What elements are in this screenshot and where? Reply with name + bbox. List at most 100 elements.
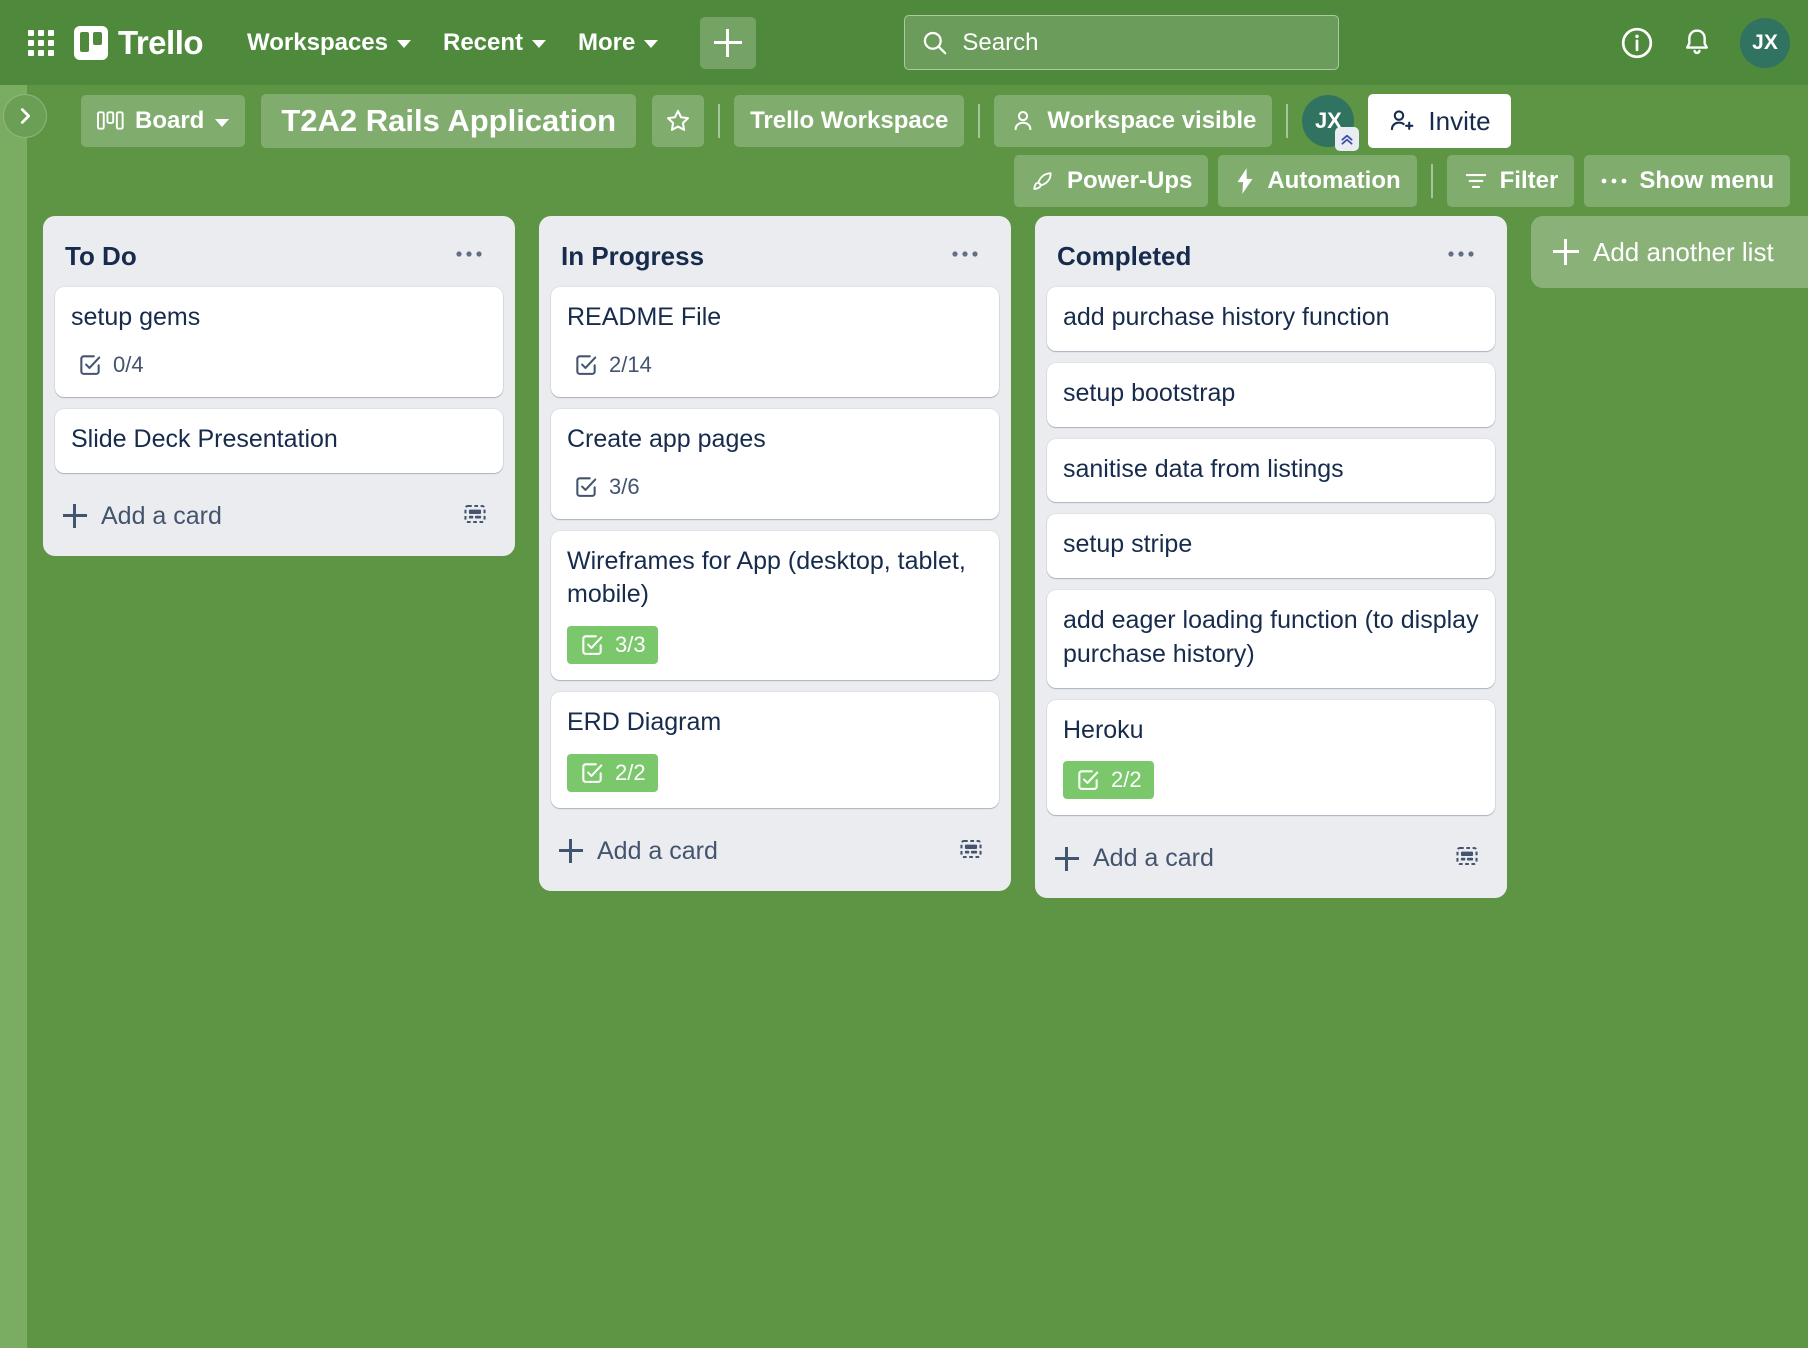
add-card-label: Add a card: [1093, 844, 1214, 873]
card-title: setup bootstrap: [1063, 378, 1236, 407]
board-card[interactable]: add eager loading function (to display p…: [1047, 590, 1495, 688]
automation-label: Automation: [1267, 167, 1401, 194]
card-title: ERD Diagram: [567, 708, 722, 736]
add-card-label: Add a card: [101, 501, 222, 530]
user-avatar-initials: JX: [1752, 30, 1778, 54]
chevron-down-icon: [215, 118, 230, 127]
grid-apps-icon: [28, 29, 54, 56]
info-button[interactable]: [1614, 20, 1660, 66]
search-icon: [924, 31, 947, 55]
list-actions-button[interactable]: [1437, 240, 1485, 273]
create-from-template-button[interactable]: [455, 495, 495, 538]
nav-recent-menu[interactable]: Recent: [429, 19, 560, 67]
search-input[interactable]: Search: [904, 15, 1340, 70]
card-template-icon: [1456, 847, 1478, 866]
premium-badge: [1335, 127, 1360, 151]
board-member-avatar[interactable]: JX: [1302, 95, 1360, 151]
double-chevron-up-icon: [1341, 134, 1353, 145]
board-card[interactable]: Heroku 2/2: [1047, 699, 1495, 816]
notifications-button[interactable]: [1674, 20, 1720, 66]
show-menu-label: Show menu: [1639, 167, 1774, 194]
board-card[interactable]: README File 2/14: [551, 287, 999, 397]
apps-grid-button[interactable]: [18, 20, 64, 66]
board-card[interactable]: setup stripe: [1047, 514, 1495, 578]
add-card-button[interactable]: Add a card: [1055, 844, 1214, 873]
checklist-badge: 3/3: [567, 626, 658, 664]
board-card[interactable]: setup gems 0/4: [55, 287, 503, 397]
ellipsis-icon: [952, 251, 978, 257]
list-actions-button[interactable]: [445, 240, 493, 273]
list-cards: setup gems 0/4 Slide Deck Presentation: [51, 287, 507, 473]
nav-workspaces-menu[interactable]: Workspaces: [233, 19, 425, 67]
board-card[interactable]: add purchase history function: [1047, 287, 1495, 351]
checklist-icon: [1078, 770, 1099, 791]
checklist-badge: 2/14: [567, 349, 658, 381]
list-title[interactable]: In Progress: [561, 241, 704, 272]
invite-button[interactable]: Invite: [1368, 94, 1511, 148]
card-title: add eager loading function (to display p…: [1063, 606, 1479, 668]
checklist-count: 0/4: [113, 351, 144, 377]
info-circle-icon: [1621, 27, 1653, 58]
card-badges: 2/2: [1063, 761, 1479, 800]
filter-button[interactable]: Filter: [1446, 155, 1575, 207]
add-another-list-button[interactable]: Add another list: [1531, 216, 1808, 288]
list-header: Completed: [1043, 224, 1499, 287]
trello-home-logo[interactable]: Trello: [74, 24, 204, 62]
card-title: setup stripe: [1063, 530, 1193, 559]
board-visibility-label: Workspace visible: [1047, 107, 1257, 134]
star-board-button[interactable]: [652, 95, 705, 147]
add-card-button[interactable]: Add a card: [559, 837, 718, 866]
nav-more-menu[interactable]: More: [564, 19, 672, 67]
create-from-template-button[interactable]: [951, 830, 991, 873]
board-card[interactable]: sanitise data from listings: [1047, 438, 1495, 503]
checklist-count: 2/2: [615, 759, 646, 785]
filter-icon: [1465, 173, 1486, 189]
board-view-icon: [97, 111, 124, 130]
chevron-down-icon: [397, 40, 411, 48]
list-title[interactable]: Completed: [1057, 241, 1191, 272]
add-card-button[interactable]: Add a card: [63, 502, 222, 531]
board-sidebar-strip: [0, 85, 27, 1348]
chevron-right-icon: [20, 108, 31, 124]
list-header: In Progress: [547, 224, 1003, 287]
checklist-badge: 0/4: [71, 349, 150, 381]
checklist-icon: [582, 635, 603, 655]
list-cards: README File 2/14 Create app pages 3/6 Wire…: [547, 287, 1003, 808]
board-card[interactable]: Create app pages 3/6: [551, 408, 999, 519]
sidebar-expand-button[interactable]: [3, 94, 47, 138]
board-header: Board T2A2 Rails Application Trello Work…: [27, 85, 1808, 210]
show-menu-button[interactable]: Show menu: [1584, 155, 1790, 207]
list-cards: add purchase history function setup boots…: [1043, 287, 1499, 816]
list-actions-button[interactable]: [941, 240, 989, 273]
plus-icon: [1055, 846, 1079, 871]
board-visibility-button[interactable]: Workspace visible: [994, 95, 1273, 147]
board-view-switcher[interactable]: Board: [81, 95, 246, 147]
checklist-icon: [582, 763, 603, 783]
card-title: setup gems: [71, 303, 201, 331]
board-card[interactable]: Wireframes for App (desktop, tablet, mob…: [551, 530, 999, 680]
automation-button[interactable]: Automation: [1218, 155, 1417, 207]
create-from-template-button[interactable]: [1447, 837, 1487, 880]
board-card[interactable]: setup bootstrap: [1047, 362, 1495, 427]
list-title[interactable]: To Do: [65, 241, 137, 272]
create-button[interactable]: [700, 16, 757, 69]
user-avatar[interactable]: JX: [1740, 17, 1790, 68]
card-template-icon: [960, 839, 982, 858]
checklist-count: 2/2: [1111, 767, 1142, 793]
ellipsis-icon: [1448, 251, 1474, 257]
workspace-button[interactable]: Trello Workspace: [734, 95, 965, 147]
filter-label: Filter: [1499, 167, 1559, 194]
card-title: Heroku: [1063, 715, 1144, 744]
card-title: Wireframes for App (desktop, tablet, mob…: [567, 546, 966, 609]
card-badges: 3/6: [567, 471, 983, 503]
trello-logo-icon: [74, 25, 108, 60]
checklist-icon: [80, 355, 101, 375]
nav-recent-label: Recent: [443, 28, 524, 56]
board-card[interactable]: Slide Deck Presentation: [55, 408, 503, 473]
board-card[interactable]: ERD Diagram 2/2: [551, 692, 999, 808]
nav-right-group: JX: [1614, 17, 1790, 68]
board-title[interactable]: T2A2 Rails Application: [261, 94, 637, 148]
power-ups-button[interactable]: Power-Ups: [1013, 155, 1209, 207]
add-another-list-label: Add another list: [1593, 236, 1774, 267]
search-placeholder-text: Search: [962, 28, 1039, 56]
